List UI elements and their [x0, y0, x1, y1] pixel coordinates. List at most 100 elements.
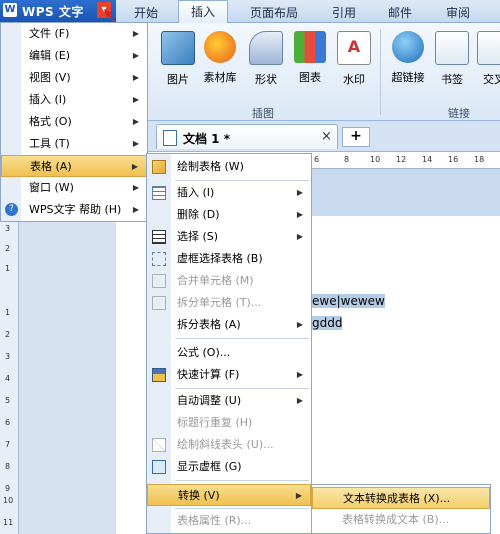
crossref-icon: [477, 31, 500, 65]
menu-item-insert[interactable]: 插入 (I) ▶: [1, 89, 147, 111]
menu-item-format[interactable]: 格式 (O) ▶: [1, 111, 147, 133]
document-tab[interactable]: 文档 1 * ×: [156, 124, 338, 149]
tab-mailings[interactable]: 邮件: [388, 4, 412, 21]
ruler-tick: 11: [3, 518, 14, 527]
chevron-right-icon: ▶: [132, 139, 139, 148]
menu-item-table-to-text[interactable]: 表格转换成文本 (B)...: [312, 509, 490, 531]
menu-item-select-dashed-table[interactable]: 虚框选择表格 (B): [147, 248, 311, 270]
document-tab-bar: 文档 1 * × +: [148, 121, 500, 152]
ruler-tick: 7: [5, 440, 11, 449]
menu-item-formula[interactable]: 公式 (O)...: [147, 342, 311, 364]
ruler-tick: 6: [5, 418, 11, 427]
watermark-icon: A: [337, 31, 371, 65]
menu-item-tools[interactable]: 工具 (T) ▶: [1, 133, 147, 155]
ruler-tick: 12: [396, 155, 407, 164]
ruler-tick: 10: [3, 496, 14, 505]
select-table-icon: [152, 230, 166, 244]
shapes-label: 形状: [255, 73, 277, 86]
quick-calc-icon: [152, 368, 166, 382]
menu-item-convert[interactable]: 转换 (V) ▶: [147, 484, 311, 506]
menu-item-table-properties[interactable]: 表格属性 (R)...: [147, 510, 311, 532]
show-gridlines-icon: [152, 460, 166, 474]
wps-logo-icon: W: [3, 3, 17, 17]
tab-review[interactable]: 审阅: [446, 4, 470, 21]
menu-item-window[interactable]: 窗口 (W) ▶: [1, 177, 147, 199]
menu-separator: [175, 180, 309, 181]
menu-item-text-to-table[interactable]: 文本转换成表格 (X)...: [312, 487, 490, 509]
menu-item-edit[interactable]: 编辑 (E) ▶: [1, 45, 147, 67]
menu-item-merge-cells[interactable]: 合并单元格 (M): [147, 270, 311, 292]
tab-references[interactable]: 引用: [332, 4, 356, 21]
tab-insert[interactable]: 插入: [178, 0, 229, 23]
app-menu-dropdown-button[interactable]: ▾: [97, 2, 111, 18]
chart-button[interactable]: 图表: [290, 31, 330, 85]
ruler-tick: 6: [314, 155, 320, 164]
chevron-right-icon: ▶: [132, 95, 139, 104]
chevron-right-icon: ▶: [296, 210, 303, 219]
new-document-button[interactable]: +: [342, 127, 370, 147]
picture-button[interactable]: 图片: [158, 31, 198, 87]
split-cells-icon: [152, 296, 166, 310]
tab-home[interactable]: 开始: [134, 4, 158, 21]
ruler-tick: 5: [5, 396, 11, 405]
app-main-menu: 文件 (F) ▶ 编辑 (E) ▶ 视图 (V) ▶ 插入 (I) ▶ 格式 (O) ▶ …: [0, 22, 148, 222]
menu-separator: [175, 508, 309, 509]
chevron-right-icon: ▶: [132, 73, 139, 82]
close-tab-icon[interactable]: ×: [321, 129, 332, 144]
chevron-right-icon: ▶: [296, 370, 303, 379]
crossref-label: 交叉: [483, 73, 500, 86]
menu-item-diagonal-header[interactable]: 绘制斜线表头 (U)...: [147, 434, 311, 456]
ribbon-insert-panel: 图片 素材库 形状 图表 A 水印 超链接 书签 交叉 插图 链接: [148, 23, 500, 121]
menu-item-insert[interactable]: 插入 (I) ▶: [147, 182, 311, 204]
crossref-button[interactable]: 交叉: [474, 31, 500, 87]
ruler-tick: 16: [448, 155, 459, 164]
menu-item-select[interactable]: 选择 (S) ▶: [147, 226, 311, 248]
menu-item-quick-calc[interactable]: 快速计算 (F) ▶: [147, 364, 311, 386]
menu-item-show-gridlines[interactable]: 显示虚框 (G): [147, 456, 311, 478]
watermark-button[interactable]: A 水印: [334, 31, 374, 87]
bookmark-button[interactable]: 书签: [432, 31, 472, 87]
menu-item-table[interactable]: 表格 (A) ▶: [1, 155, 147, 177]
ruler-tick: 3: [5, 224, 11, 233]
ruler-tick: 4: [5, 374, 11, 383]
insert-table-icon: [152, 186, 166, 200]
hyperlink-label: 超链接: [391, 71, 425, 84]
picture-label: 图片: [167, 73, 189, 86]
selected-text-line-2: gddd: [312, 316, 343, 330]
draw-table-icon: [152, 160, 166, 174]
clipart-label: 素材库: [203, 71, 237, 84]
clipart-icon: [204, 31, 236, 63]
chart-label: 图表: [299, 71, 321, 84]
tab-page-layout[interactable]: 页面布局: [250, 4, 298, 21]
convert-submenu: 文本转换成表格 (X)... 表格转换成文本 (B)...: [311, 484, 491, 534]
hyperlink-button[interactable]: 超链接: [388, 31, 428, 85]
menu-item-split-table[interactable]: 拆分表格 (A) ▶: [147, 314, 311, 336]
menu-separator: [175, 480, 309, 481]
diagonal-header-icon: [152, 438, 166, 452]
menu-item-split-cells[interactable]: 拆分单元格 (T)...: [147, 292, 311, 314]
menu-item-file[interactable]: 文件 (F) ▶: [1, 23, 147, 45]
menu-separator: [175, 338, 309, 339]
ruler-tick: 18: [474, 155, 485, 164]
chevron-right-icon: ▶: [132, 29, 139, 38]
chevron-right-icon: ▶: [132, 51, 139, 60]
ruler-tick: 8: [344, 155, 350, 164]
wps-app-button[interactable]: W WPS 文字 ▾: [0, 0, 116, 22]
bookmark-icon: [435, 31, 469, 65]
menu-item-repeat-header[interactable]: 标题行重复 (H): [147, 412, 311, 434]
page-margin-area: [18, 216, 116, 534]
help-icon: ?: [5, 203, 18, 216]
chevron-right-icon: ▶: [132, 183, 139, 192]
shapes-button[interactable]: 形状: [246, 31, 286, 87]
menu-item-autofit[interactable]: 自动调整 (U) ▶: [147, 390, 311, 412]
ruler-tick: 2: [5, 244, 11, 253]
menu-item-help[interactable]: ? WPS文字 帮助 (H) ▶: [1, 199, 147, 221]
clipart-button[interactable]: 素材库: [200, 31, 240, 85]
menu-item-delete[interactable]: 删除 (D) ▶: [147, 204, 311, 226]
ruler-tick: 1: [5, 308, 11, 317]
ruler-tick: 10: [370, 155, 381, 164]
menu-item-view[interactable]: 视图 (V) ▶: [1, 67, 147, 89]
watermark-label: 水印: [343, 73, 365, 86]
ruler-tick: 9: [5, 484, 11, 493]
menu-item-draw-table[interactable]: 绘制表格 (W): [147, 156, 311, 178]
